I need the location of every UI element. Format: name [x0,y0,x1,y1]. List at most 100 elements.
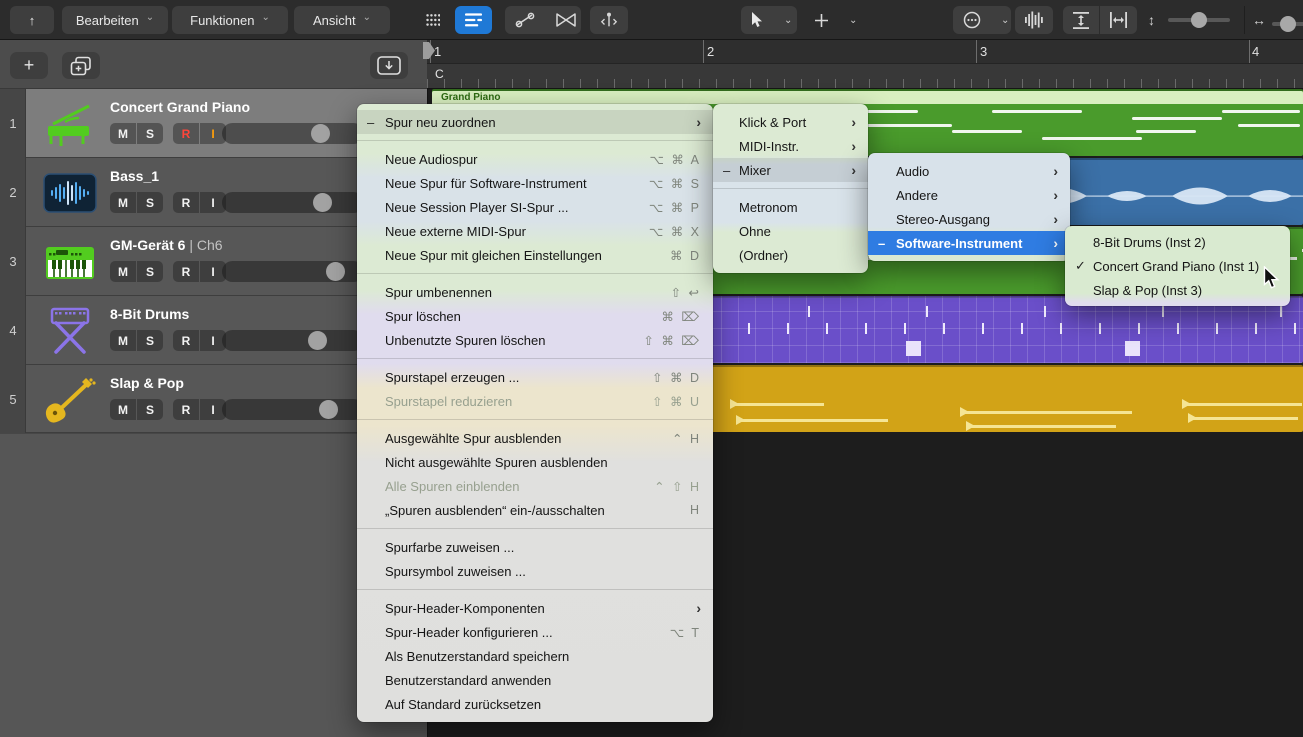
shortcut: ⇧ ↩ [671,285,701,300]
menu-item-stereo-ausgang[interactable]: Stereo-Ausgang› [868,207,1070,231]
panel-down-arrow-icon [377,56,401,75]
track-context-menu: – Spur neu zuordnen › Neue Audiospur⌥ ⌘ … [357,104,713,722]
menu-item-slap-and-pop-inst-3[interactable]: Slap & Pop (Inst 3) [1065,278,1290,302]
more-options-dropdown[interactable]: ⌄ [953,6,1011,34]
waveform-zoom-button[interactable] [1015,6,1053,34]
menu-item-auf-standard-zuruecksetzen[interactable]: Auf Standard zurücksetzen [357,692,713,716]
menu-item-ordner[interactable]: (Ordner) [713,243,868,267]
track-number: 5 [0,365,26,434]
menu-item-benutzerstandard-anwenden[interactable]: Benutzerstandard anwenden [357,668,713,692]
record-enable-button[interactable]: R [173,261,199,282]
menu-item-spur-umbenennen[interactable]: Spur umbenennen⇧ ↩ [357,280,713,304]
mute-button[interactable]: M [110,399,136,420]
solo-button[interactable]: S [137,261,163,282]
volume-knob[interactable] [311,124,330,143]
volume-slider[interactable] [222,192,364,213]
mute-button[interactable]: M [110,192,136,213]
menu-item-spursymbol-zuweisen[interactable]: Spursymbol zuweisen ... [357,559,713,583]
shortcut: ⇧ ⌘ U [652,394,701,409]
vertical-zoom-knob[interactable] [1191,12,1207,28]
menu-item-neue-spur-gleiche-einstellungen[interactable]: Neue Spur mit gleichen Einstellungen⌘ D [357,243,713,267]
chevron-down-icon: ⌄ [839,6,867,34]
record-enable-button[interactable]: R [173,123,199,144]
chevron-down-icon: ⌄ [261,14,269,22]
volume-knob[interactable] [313,193,332,212]
track-channel: | Ch6 [189,237,222,253]
menu-item-neue-externe-midi-spur[interactable]: Neue externe MIDI-Spur⌥ ⌘ X [357,219,713,243]
menu-item-neue-session-player-spur[interactable]: Neue Session Player SI-Spur ...⌥ ⌘ P [357,195,713,219]
menu-item-spurstapel-erzeugen[interactable]: Spurstapel erzeugen ...⇧ ⌘ D [357,365,713,389]
menu-item-andere[interactable]: Andere› [868,183,1070,207]
bearbeiten-menu-button[interactable]: Bearbeiten ⌄ [62,6,168,34]
menu-item-spuren-ausblenden-umschalten[interactable]: „Spuren ausblenden“ ein-/ausschaltenH [357,498,713,522]
hide-track-panel-button[interactable] [370,52,408,79]
solo-button[interactable]: S [137,123,163,144]
menu-item-nicht-ausgewaehlte-spuren-ausblenden[interactable]: Nicht ausgewählte Spuren ausblenden [357,450,713,474]
volume-slider[interactable] [222,261,364,282]
funktionen-menu-button[interactable]: Funktionen ⌄ [172,6,288,34]
mute-button[interactable]: M [110,123,136,144]
automation-button[interactable] [505,6,545,34]
menu-item-spurfarbe-zuweisen[interactable]: Spurfarbe zuweisen ... [357,535,713,559]
menu-item-alle-spuren-einblenden: Alle Spuren einblenden⌃ ⇧ H [357,474,713,498]
volume-slider[interactable] [222,123,364,144]
menu-item-mixer[interactable]: –Mixer› [713,158,868,182]
menu-item-ausgewaehlte-spur-ausblenden[interactable]: Ausgewählte Spur ausblenden⌃ H [357,426,713,450]
duplicate-track-button[interactable] [62,52,100,79]
menu-item-software-instrument[interactable]: –Software-Instrument› [868,231,1070,255]
pointer-tool-dropdown[interactable]: ⌄ [741,6,797,34]
menu-item-als-benutzerstandard-speichern[interactable]: Als Benutzerstandard speichern [357,644,713,668]
horizontal-zoom-slider[interactable] [1272,22,1303,26]
volume-slider[interactable] [222,399,364,420]
mute-button[interactable]: M [110,330,136,351]
menu-item-spur-header-komponenten[interactable]: Spur-Header-Komponenten› [357,596,713,620]
cycle-button[interactable] [545,6,587,34]
record-enable-button[interactable]: R [173,192,199,213]
keyboard-stand-icon [42,303,98,358]
bar-ruler[interactable]: 1 2 3 4 [427,40,1303,64]
menu-item-spur-loeschen[interactable]: Spur löschen⌘ ⌦ [357,304,713,328]
playhead-marker[interactable] [423,42,435,59]
menu-item-klick-und-port[interactable]: Klick & Port› [713,110,868,134]
menu-item-spur-header-konfigurieren[interactable]: Spur-Header konfigurieren ...⌥ T [357,620,713,644]
shortcut: ⌃ ⇧ H [654,479,701,494]
tracks-view-button[interactable] [455,6,492,34]
menu-item-neue-spur-software-instrument[interactable]: Neue Spur für Software-Instrument⌥ ⌘ S [357,171,713,195]
volume-knob[interactable] [319,400,338,419]
menu-item-8-bit-drums-inst-2[interactable]: 8-Bit Drums (Inst 2) [1065,230,1290,254]
beat-ruler[interactable]: C [427,64,1303,89]
submenu-arrow-icon: › [1053,188,1058,202]
shortcut: ⇧ ⌘ D [652,370,701,385]
menu-item-ohne[interactable]: Ohne [713,219,868,243]
menu-item-unbenutzte-spuren-loeschen[interactable]: Unbenutzte Spuren löschen⇧ ⌘ ⌦ [357,328,713,352]
ansicht-menu-button[interactable]: Ansicht ⌄ [294,6,390,34]
solo-button[interactable]: S [137,399,163,420]
library-grid-button[interactable] [416,6,450,34]
split-button[interactable] [590,6,628,34]
submenu-arrow-icon: › [696,601,701,615]
record-enable-button[interactable]: R [173,330,199,351]
pencil-tool-dropdown[interactable]: ⌄ [804,6,860,34]
vertical-zoom-button[interactable] [1063,6,1099,34]
menu-item-neue-audiospur[interactable]: Neue Audiospur⌥ ⌘ A [357,147,713,171]
menu-item-midi-instr[interactable]: MIDI-Instr.› [713,134,868,158]
checkmark-icon: ✓ [1075,258,1091,274]
menu-separator [357,358,713,359]
add-track-button[interactable]: + [10,52,48,79]
menu-item-audio[interactable]: Audio› [868,159,1070,183]
volume-knob[interactable] [308,331,327,350]
back-up-button[interactable]: ↑ [10,6,54,34]
volume-knob[interactable] [326,262,345,281]
menu-item-metronom[interactable]: Metronom [713,195,868,219]
horizontal-zoom-button[interactable] [1100,6,1137,34]
vertical-zoom-slider[interactable] [1168,18,1230,22]
mute-button[interactable]: M [110,261,136,282]
solo-button[interactable]: S [137,330,163,351]
solo-button[interactable]: S [137,192,163,213]
record-enable-button[interactable]: R [173,399,199,420]
up-arrow-icon: ↑ [29,13,36,28]
horizontal-zoom-knob[interactable] [1280,16,1296,32]
menu-item-concert-grand-piano-inst-1[interactable]: ✓Concert Grand Piano (Inst 1) [1065,254,1290,278]
menu-item-spur-neu-zuordnen[interactable]: – Spur neu zuordnen › [357,110,713,134]
volume-slider[interactable] [222,330,364,351]
